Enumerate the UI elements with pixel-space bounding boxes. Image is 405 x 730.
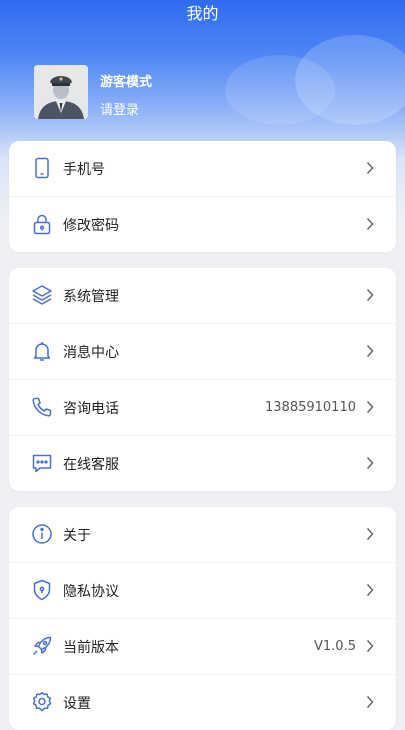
shield-icon (30, 578, 54, 602)
about-card: 关于 隐私协议 当前版本 V1.0.5 设置 (9, 507, 396, 730)
services-card: 系统管理 消息中心 咨询电话 13885910110 在线客服 (9, 268, 396, 491)
telephone-icon (30, 395, 54, 419)
login-link[interactable]: 请登录 (100, 99, 139, 118)
version-value: V1.0.5 (314, 639, 356, 654)
lock-icon (30, 212, 54, 236)
menu-item-online-support[interactable]: 在线客服 (9, 436, 396, 491)
decor-blob (225, 55, 335, 125)
menu-item-settings[interactable]: 设置 (9, 675, 396, 730)
layers-icon (30, 283, 54, 307)
chat-icon (30, 451, 54, 475)
menu-item-label: 修改密码 (63, 217, 119, 234)
menu-item-privacy-policy[interactable]: 隐私协议 (9, 563, 396, 619)
menu-item-label: 设置 (63, 695, 91, 712)
chevron-right-icon (366, 288, 374, 302)
chevron-right-icon (366, 344, 374, 358)
avatar[interactable] (34, 65, 88, 119)
chevron-right-icon (366, 695, 374, 709)
menu-item-label: 系统管理 (63, 288, 119, 305)
gear-icon (30, 690, 54, 714)
chevron-right-icon (366, 400, 374, 414)
menu-item-message-center[interactable]: 消息中心 (9, 324, 396, 380)
rocket-icon (30, 634, 54, 658)
menu-item-label: 在线客服 (63, 456, 119, 473)
menu-item-label: 手机号 (63, 161, 105, 178)
chevron-right-icon (366, 583, 374, 597)
profile-name: 游客模式 (100, 75, 153, 90)
chevron-right-icon (366, 161, 374, 175)
chevron-right-icon (366, 527, 374, 541)
chevron-right-icon (366, 456, 374, 470)
menu-item-label: 隐私协议 (63, 583, 119, 600)
menu-item-about[interactable]: 关于 (9, 507, 396, 563)
page-title: 我的 (186, 4, 219, 23)
menu-item-consult-phone[interactable]: 咨询电话 13885910110 (9, 380, 396, 436)
menu-item-system-management[interactable]: 系统管理 (9, 268, 396, 324)
phone-number-value: 13885910110 (265, 400, 356, 415)
menu-item-label: 消息中心 (63, 344, 119, 361)
bell-icon (30, 339, 54, 363)
menu-item-change-password[interactable]: 修改密码 (9, 197, 396, 252)
info-icon (30, 522, 54, 546)
account-settings-card: 手机号 修改密码 (9, 141, 396, 252)
menu-item-label: 咨询电话 (63, 400, 119, 417)
chevron-right-icon (366, 639, 374, 653)
menu-item-label: 关于 (63, 527, 91, 544)
phone-icon (30, 156, 54, 180)
menu-item-current-version[interactable]: 当前版本 V1.0.5 (9, 619, 396, 675)
menu-item-phone-number[interactable]: 手机号 (9, 141, 396, 197)
menu-item-label: 当前版本 (63, 639, 119, 656)
chevron-right-icon (366, 217, 374, 231)
